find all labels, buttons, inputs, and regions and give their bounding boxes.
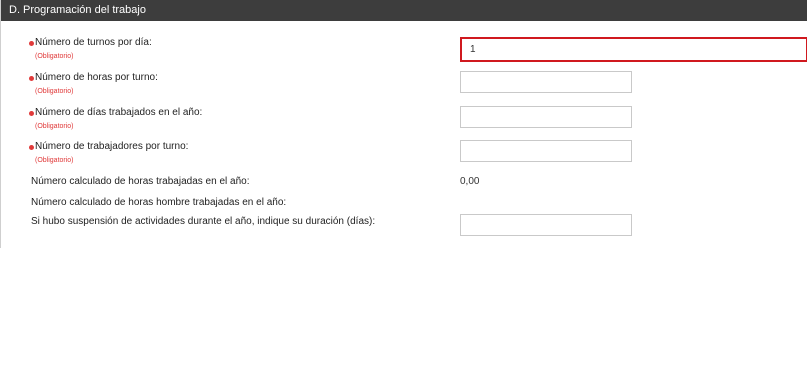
computed-man-hours-label: Número calculado de horas hombre trabaja… [31, 197, 287, 208]
computed-hours-label: Número calculado de horas trabajadas en … [31, 176, 250, 187]
required-bullet-icon [29, 145, 34, 150]
computed-hours-value: 0,00 [460, 176, 480, 187]
section-header: D. Programación del trabajo [1, 0, 807, 21]
required-note: (Obligatorio) [35, 123, 74, 130]
required-note: (Obligatorio) [35, 88, 74, 95]
days-worked-label: Número de días trabajados en el año: [35, 107, 203, 118]
hours-per-shift-label: Número de horas por turno: [35, 72, 158, 83]
required-note: (Obligatorio) [35, 53, 74, 60]
work-schedule-panel: D. Programación del trabajo Número de tu… [0, 0, 807, 248]
workers-per-shift-label: Número de trabajadores por turno: [35, 141, 189, 152]
required-bullet-icon [29, 76, 34, 81]
required-bullet-icon [29, 41, 34, 46]
workers-per-shift-input[interactable] [460, 140, 632, 162]
days-worked-input[interactable] [460, 106, 632, 128]
hours-per-shift-input[interactable] [460, 71, 632, 93]
shifts-per-day-input[interactable] [460, 37, 807, 62]
required-bullet-icon [29, 111, 34, 116]
shifts-per-day-label: Número de turnos por día: [35, 37, 152, 48]
required-note: (Obligatorio) [35, 157, 74, 164]
suspension-duration-input[interactable] [460, 214, 632, 236]
suspension-duration-label: Si hubo suspensión de actividades durant… [31, 216, 376, 227]
